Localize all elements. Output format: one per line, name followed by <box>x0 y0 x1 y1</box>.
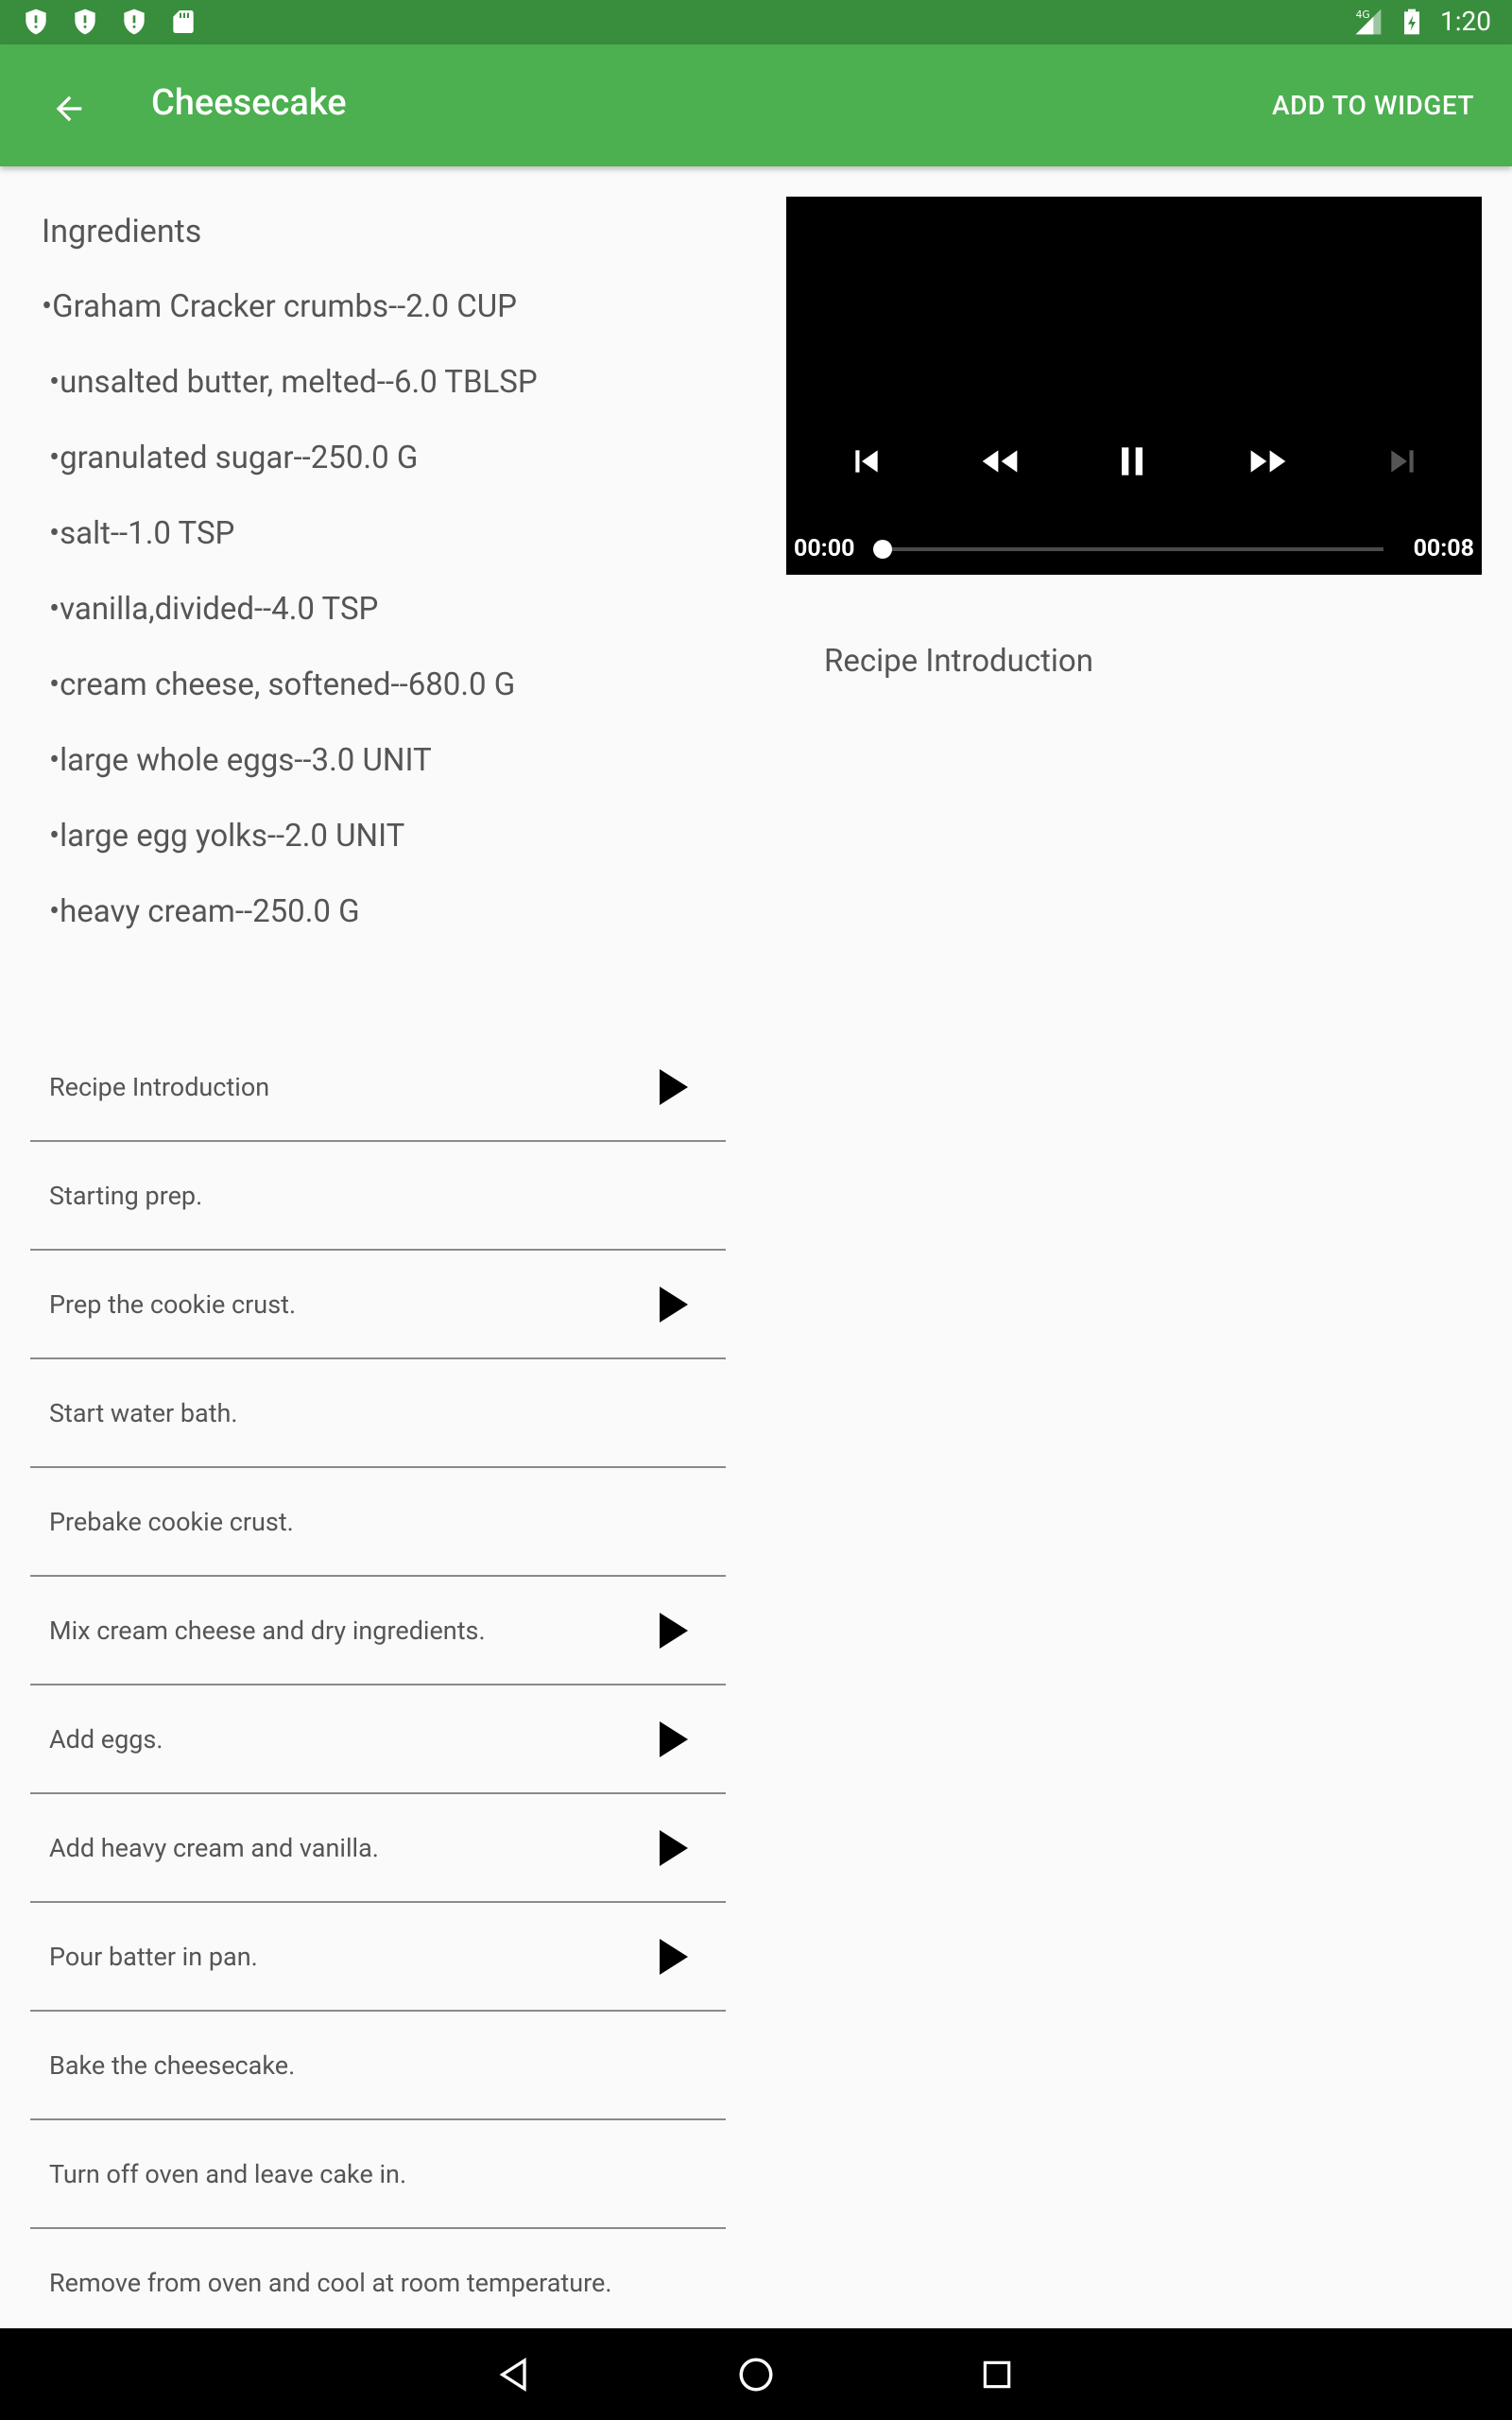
battery-charging-icon <box>1404 9 1419 34</box>
step-label: Prebake cookie crust. <box>49 1507 294 1537</box>
nav-back-button[interactable] <box>491 2351 539 2398</box>
ingredient-item: •cream cheese, softened--680.0 G <box>49 666 516 703</box>
step-item[interactable]: Add eggs. <box>30 1685 726 1794</box>
app-toolbar: Cheesecake ADD TO WIDGET <box>0 44 1512 166</box>
ingredients-section: Ingredients •Graham Cracker crumbs--2.0 … <box>42 208 722 964</box>
video-player[interactable]: 00:00 00:08 <box>786 197 1482 575</box>
play-icon <box>660 1613 688 1649</box>
step-description: Recipe Introduction <box>824 643 1093 680</box>
ingredient-item: •granulated sugar--250.0 G <box>49 440 419 476</box>
pause-icon <box>1122 447 1143 475</box>
sd-card-icon <box>173 10 194 33</box>
step-item[interactable]: Pour batter in pan. <box>30 1903 726 2012</box>
ingredient-item: •Graham Cracker crumbs--2.0 CUP <box>42 288 517 325</box>
step-label: Add eggs. <box>49 1724 163 1754</box>
nav-recents-button[interactable] <box>973 2351 1021 2398</box>
ingredient-item: •large egg yolks--2.0 UNIT <box>49 818 405 855</box>
fast-forward-icon <box>1250 450 1286 473</box>
step-item[interactable]: Remove from oven and cool at room temper… <box>30 2229 726 2336</box>
play-icon <box>660 1721 688 1757</box>
ingredient-item: •salt--1.0 TSP <box>49 515 235 552</box>
skip-previous-button[interactable] <box>838 433 895 490</box>
play-icon <box>660 1287 688 1322</box>
pause-button[interactable] <box>1104 433 1160 490</box>
step-label: Mix cream cheese and dry ingredients. <box>49 1616 486 1646</box>
play-icon <box>660 1939 688 1975</box>
step-item[interactable]: Mix cream cheese and dry ingredients. <box>30 1577 726 1685</box>
rewind-icon <box>982 450 1018 473</box>
current-time: 00:00 <box>794 535 855 562</box>
status-bar: 4G 1:20 <box>0 0 1512 44</box>
shield-notification-icon <box>75 9 95 35</box>
system-nav-bar <box>0 2328 1512 2420</box>
seek-handle[interactable] <box>873 540 892 559</box>
status-time: 1:20 <box>1440 6 1491 37</box>
step-item[interactable]: Prebake cookie crust. <box>30 1468 726 1577</box>
ingredient-item: •large whole eggs--3.0 UNIT <box>49 742 432 779</box>
ingredients-list: •Graham Cracker crumbs--2.0 CUP •unsalte… <box>42 284 722 964</box>
ingredient-item: •vanilla,divided--4.0 TSP <box>49 591 379 628</box>
arrow-back-icon <box>56 95 82 122</box>
step-item[interactable]: Start water bath. <box>30 1359 726 1468</box>
play-icon <box>660 1830 688 1866</box>
page-title: Cheesecake <box>151 82 347 124</box>
ingredient-item: •unsalted butter, melted--6.0 TBLSP <box>49 364 538 401</box>
step-label: Pour batter in pan. <box>49 1942 258 1972</box>
skip-previous-icon <box>855 450 878 473</box>
skip-next-button[interactable] <box>1374 433 1431 490</box>
signal-icon: 4G <box>1355 9 1382 34</box>
step-item[interactable]: Starting prep. <box>30 1142 726 1251</box>
step-item[interactable]: Recipe Introduction <box>30 1033 726 1142</box>
step-label: Starting prep. <box>49 1181 203 1211</box>
triangle-back-icon <box>499 2357 526 2393</box>
step-item[interactable]: Add heavy cream and vanilla. <box>30 1794 726 1903</box>
shield-notification-icon <box>26 9 46 35</box>
seek-bar[interactable] <box>883 547 1383 551</box>
shield-notification-icon <box>124 9 145 35</box>
step-label: Remove from oven and cool at room temper… <box>49 2268 612 2298</box>
circle-home-icon <box>739 2358 773 2392</box>
back-button[interactable] <box>36 76 102 142</box>
step-label: Start water bath. <box>49 1398 238 1428</box>
ingredient-item: •heavy cream--250.0 G <box>49 893 360 930</box>
square-recents-icon <box>983 2360 1011 2389</box>
play-icon <box>660 1069 688 1105</box>
step-label: Prep the cookie crust. <box>49 1289 297 1320</box>
fast-forward-button[interactable] <box>1240 433 1297 490</box>
step-label: Recipe Introduction <box>49 1072 270 1102</box>
step-label: Add heavy cream and vanilla. <box>49 1833 379 1863</box>
step-label: Turn off oven and leave cake in. <box>49 2159 407 2189</box>
ingredients-heading: Ingredients <box>42 213 202 251</box>
network-type: 4G <box>1356 9 1370 21</box>
add-to-widget-button[interactable]: ADD TO WIDGET <box>1272 90 1474 121</box>
steps-list: Recipe Introduction Starting prep. Prep … <box>30 1033 726 2336</box>
rewind-button[interactable] <box>971 433 1028 490</box>
skip-next-icon <box>1391 450 1414 473</box>
step-item[interactable]: Prep the cookie crust. <box>30 1251 726 1359</box>
total-duration: 00:08 <box>1413 535 1474 562</box>
step-label: Bake the cheesecake. <box>49 2050 296 2081</box>
nav-home-button[interactable] <box>732 2351 780 2398</box>
step-item[interactable]: Bake the cheesecake. <box>30 2012 726 2120</box>
step-item[interactable]: Turn off oven and leave cake in. <box>30 2120 726 2229</box>
